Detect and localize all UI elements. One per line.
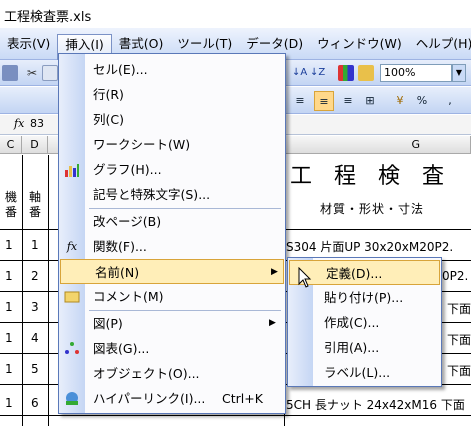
column-header-C[interactable]: C: [0, 136, 22, 154]
menu-item-worksheet[interactable]: ワークシート(W): [59, 132, 285, 157]
mouse-cursor-icon: [298, 267, 312, 288]
menu-item-diagram[interactable]: 図表(G)...: [59, 336, 285, 361]
cell-g-row5[interactable]: 下面: [447, 362, 471, 379]
menu-item-columns[interactable]: 列(C): [59, 107, 285, 132]
drawing-icon[interactable]: [358, 65, 374, 81]
menu-item-page-break[interactable]: 改ページ(B): [59, 209, 285, 234]
submenu-item-create[interactable]: 作成(C)...: [288, 310, 441, 335]
menu-item-picture[interactable]: 図(P) ▶: [59, 311, 285, 336]
submenu-item-apply[interactable]: 引用(A)...: [288, 335, 441, 360]
cell-c-row1[interactable]: 1: [5, 238, 13, 252]
cell-d-row4[interactable]: 4: [31, 331, 39, 345]
format-painter-icon[interactable]: [2, 65, 18, 81]
menu-help[interactable]: ヘルプ(H): [409, 33, 471, 55]
cell-c-row6[interactable]: 1: [5, 396, 13, 410]
window-title: 工程検査票.xls: [0, 0, 471, 28]
cell-g-row4[interactable]: 下面: [447, 331, 471, 348]
align-right-button[interactable]: ≡: [338, 91, 358, 111]
menu-data[interactable]: データ(D): [239, 33, 310, 55]
menu-item-object[interactable]: オブジェクト(O)...: [59, 361, 285, 386]
menu-format[interactable]: 書式(O): [112, 33, 171, 55]
hyperlink-shortcut: Ctrl+K: [222, 391, 263, 406]
menu-item-function[interactable]: fx 関数(F)...: [59, 234, 285, 259]
sort-desc-icon[interactable]: ↓Z: [310, 65, 326, 81]
submenu-item-label[interactable]: ラベル(L)...: [288, 360, 441, 385]
menu-item-hyperlink[interactable]: ハイパーリンク(I)... Ctrl+K: [59, 386, 285, 411]
menu-item-comment[interactable]: コメント(M): [59, 284, 285, 309]
copy-icon[interactable]: [42, 65, 58, 81]
zoom-input[interactable]: 100%: [380, 64, 452, 82]
diagram-icon: [64, 341, 80, 357]
function-icon: fx: [66, 240, 78, 253]
cell-g-row1[interactable]: S304 片面UP 30x20xM20P2.: [286, 238, 453, 255]
comma-button[interactable]: ,: [440, 91, 460, 111]
column-header-D[interactable]: D: [22, 136, 48, 154]
menu-item-name[interactable]: 名前(N) ▶: [60, 259, 284, 284]
function-icon-fx[interactable]: fx: [14, 117, 24, 130]
align-left-button[interactable]: ≡: [290, 91, 310, 111]
menu-item-cells[interactable]: セル(E)...: [59, 57, 285, 82]
cell-g-row3[interactable]: 下面: [447, 300, 471, 317]
cell-c-row4[interactable]: 1: [5, 331, 13, 345]
cell-d-row3[interactable]: 3: [31, 300, 39, 314]
sheet-title: 工程検査: [290, 164, 467, 189]
insert-menu: セル(E)... 行(R) 列(C) ワークシート(W) グラフ(H)... 記…: [58, 53, 286, 414]
cell-d-row2[interactable]: 2: [31, 269, 39, 283]
sort-asc-icon[interactable]: ↓A: [292, 65, 308, 81]
comment-icon: [64, 289, 80, 305]
sheet-subtitle: 材質・形状・寸法: [320, 202, 425, 216]
currency-button[interactable]: ¥: [390, 91, 410, 111]
submenu-arrow-icon: ▶: [269, 318, 276, 328]
chart-icon: [64, 162, 80, 178]
formula-value[interactable]: 83: [30, 117, 44, 130]
cut-icon[interactable]: ✂: [24, 65, 40, 81]
cell-d-row5[interactable]: 5: [31, 362, 39, 376]
menu-item-symbol[interactable]: 記号と特殊文字(S)...: [59, 182, 285, 207]
cell-d-row6[interactable]: 6: [31, 396, 39, 410]
header-axis-number: 軸番: [28, 190, 41, 219]
menu-item-chart[interactable]: グラフ(H)...: [59, 157, 285, 182]
cell-c-row2[interactable]: 1: [5, 269, 13, 283]
hyperlink-icon: [64, 391, 80, 407]
zoom-dropdown-icon[interactable]: ▼: [452, 64, 466, 82]
cell-c-row5[interactable]: 1: [5, 362, 13, 376]
cell-d-row1[interactable]: 1: [31, 238, 39, 252]
cell-g-row6[interactable]: 5CH 長ナット 24x42xM16 下面: [286, 396, 465, 413]
cell-c-row3[interactable]: 1: [5, 300, 13, 314]
submenu-arrow-icon: ▶: [271, 267, 278, 277]
header-machine-number: 機番: [4, 190, 17, 219]
menu-tools[interactable]: ツール(T): [170, 33, 239, 55]
merge-center-button[interactable]: ⊞: [360, 91, 380, 111]
align-center-button[interactable]: ≡: [314, 91, 334, 111]
menu-item-rows[interactable]: 行(R): [59, 82, 285, 107]
chart-wizard-icon[interactable]: [338, 65, 354, 81]
percent-button[interactable]: %: [412, 91, 432, 111]
menu-view[interactable]: 表示(V): [0, 33, 57, 55]
menu-window[interactable]: ウィンドウ(W): [310, 33, 409, 55]
cell-g-row2[interactable]: 0P2.: [442, 269, 468, 283]
